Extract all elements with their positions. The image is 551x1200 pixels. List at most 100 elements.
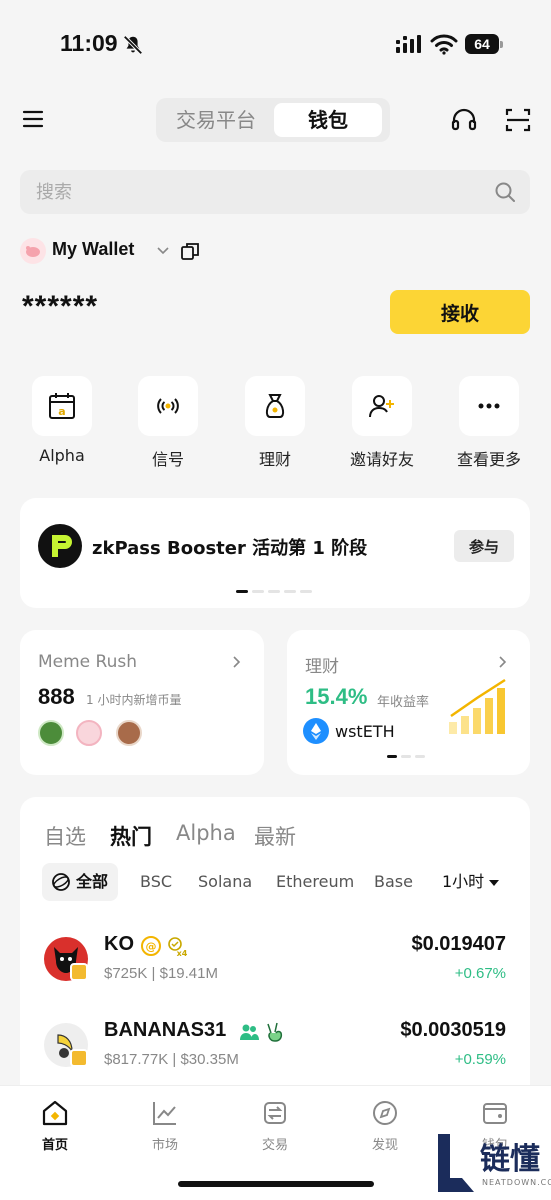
- wifi-icon: [430, 34, 458, 55]
- growth-chart-icon: [449, 678, 506, 734]
- tab-alpha[interactable]: Alpha: [176, 821, 236, 845]
- search-icon[interactable]: [494, 181, 516, 203]
- bell-off-icon: [123, 35, 143, 55]
- chip-solana[interactable]: Solana: [198, 863, 252, 901]
- meme-rush-card[interactable]: Meme Rush 888 1 小时内新增币量: [20, 630, 264, 775]
- quick-action-label: 查看更多: [456, 450, 521, 469]
- quick-action-label: 信号: [151, 450, 184, 469]
- earn-apy: 15.4%: [305, 684, 368, 709]
- token-avatar: [116, 720, 142, 746]
- search-bar: [20, 170, 530, 214]
- zkpass-logo-icon: [38, 524, 82, 568]
- headset-icon[interactable]: [450, 106, 478, 134]
- carousel-dots: [387, 755, 437, 759]
- quick-action-earn[interactable]: 理财: [225, 376, 325, 470]
- receive-button[interactable]: 接收: [390, 290, 530, 334]
- quick-action-label: 理财: [258, 450, 291, 469]
- token-row[interactable]: BANANAS31 $817.77K | $30.35M $0.0030519 …: [20, 1007, 530, 1081]
- carousel-dot: [252, 590, 264, 593]
- market-tabs: 自选 热门 Alpha 最新: [44, 821, 504, 851]
- status-bar: 11:09 64: [0, 0, 551, 90]
- top-nav: 交易平台 钱包: [0, 98, 551, 144]
- nav-home[interactable]: 首页: [10, 1098, 100, 1153]
- quick-action-signal[interactable]: 信号: [118, 376, 218, 470]
- bsc-chain-icon: [70, 1049, 88, 1067]
- token-stats: $725K | $19.41M: [104, 965, 218, 982]
- chip-ethereum[interactable]: Ethereum: [276, 863, 354, 901]
- promo-banner[interactable]: zkPass Booster 活动第 1 阶段 参与: [20, 498, 530, 608]
- nav-discover[interactable]: 发现: [340, 1098, 430, 1153]
- watermark: 链懂 NEATDOWN.COM: [434, 1130, 551, 1198]
- token-stats: $817.77K | $30.35M: [104, 1051, 239, 1068]
- wsteth-icon: [303, 718, 329, 744]
- earn-asset: wstETH: [335, 722, 395, 741]
- carousel-dot: [415, 755, 425, 758]
- svg-text:a: a: [58, 405, 65, 418]
- mode-switch: 交易平台 钱包: [156, 98, 390, 142]
- status-time: 11:09: [60, 30, 118, 56]
- tab-newest[interactable]: 最新: [254, 821, 296, 851]
- svg-text:x4: x4: [177, 949, 188, 957]
- carousel-dot: [300, 590, 312, 593]
- wallet-icon: [483, 1103, 507, 1124]
- tab-exchange[interactable]: 交易平台: [162, 103, 270, 137]
- quick-action-label: Alpha: [39, 446, 85, 465]
- piggy-wallet-icon: [20, 238, 46, 264]
- wallet-selector[interactable]: My Wallet: [20, 236, 320, 266]
- token-name: KO: [104, 933, 134, 955]
- verified-x4-icon: x4: [168, 937, 188, 957]
- nav-label: 发现: [371, 1138, 398, 1153]
- bsc-chain-icon: [70, 963, 88, 981]
- svg-text:@: @: [146, 940, 157, 953]
- timeframe-label: 1小时: [442, 872, 485, 891]
- carousel-dot: [268, 590, 280, 593]
- more-dots-icon: [478, 403, 500, 409]
- market-panel: 自选 热门 Alpha 最新 全部 BSC Solana Ethereum Ba…: [20, 797, 530, 1087]
- carousel-dot: [284, 590, 296, 593]
- chip-base[interactable]: Base: [374, 863, 413, 901]
- carousel-dot-active: [236, 590, 248, 593]
- tab-hot[interactable]: 热门: [110, 821, 152, 851]
- at-sign-icon: @: [141, 936, 161, 956]
- nav-market[interactable]: 市场: [120, 1098, 210, 1153]
- meme-avatars: [38, 720, 158, 746]
- token-row[interactable]: KO @ x4 $725K | $19.41M $0.019407 +0.67%: [20, 921, 530, 995]
- globe-icon: [52, 873, 70, 891]
- token-change: +0.59%: [454, 1051, 506, 1068]
- copy-icon[interactable]: [180, 241, 200, 261]
- quick-actions: a Alpha 信号 理财 邀请好友 查看更多: [0, 376, 551, 476]
- join-button[interactable]: 参与: [454, 530, 514, 562]
- chevron-down-icon: [157, 247, 169, 255]
- quick-action-more[interactable]: 查看更多: [439, 376, 539, 470]
- menu-icon[interactable]: [22, 108, 44, 130]
- chip-bsc[interactable]: BSC: [140, 863, 172, 901]
- timeframe-select[interactable]: 1小时: [436, 863, 518, 901]
- money-bag-icon: [265, 394, 285, 418]
- chevron-right-icon: [233, 656, 241, 668]
- quick-action-alpha[interactable]: a Alpha: [12, 376, 112, 465]
- earn-card[interactable]: 理财 15.4% 年收益率 wstETH: [287, 630, 530, 775]
- chip-all[interactable]: 全部: [42, 863, 118, 901]
- trade-swap-icon: [264, 1102, 286, 1124]
- token-price: $0.0030519: [400, 1019, 506, 1041]
- compass-icon: [373, 1101, 397, 1125]
- add-user-icon: [369, 395, 394, 418]
- meme-rush-title: Meme Rush: [38, 652, 138, 672]
- search-input[interactable]: [36, 170, 476, 214]
- home-icon: [42, 1100, 68, 1126]
- calendar-a-icon: a: [49, 393, 75, 419]
- meme-count: 888: [38, 684, 75, 709]
- tab-wallet[interactable]: 钱包: [274, 103, 382, 137]
- token-price: $0.019407: [411, 933, 506, 955]
- nav-trade[interactable]: 交易: [230, 1098, 320, 1153]
- scan-icon[interactable]: [504, 106, 532, 134]
- token-avatar: [38, 720, 64, 746]
- chip-label: 全部: [76, 872, 109, 891]
- caret-down-icon: [489, 880, 499, 886]
- quick-action-invite[interactable]: 邀请好友: [332, 376, 432, 470]
- market-chart-icon: [153, 1102, 176, 1125]
- chevron-right-icon: [499, 656, 507, 668]
- earn-apy-label: 年收益率: [377, 695, 430, 710]
- community-icon: [240, 1024, 259, 1040]
- tab-watchlist[interactable]: 自选: [44, 821, 86, 851]
